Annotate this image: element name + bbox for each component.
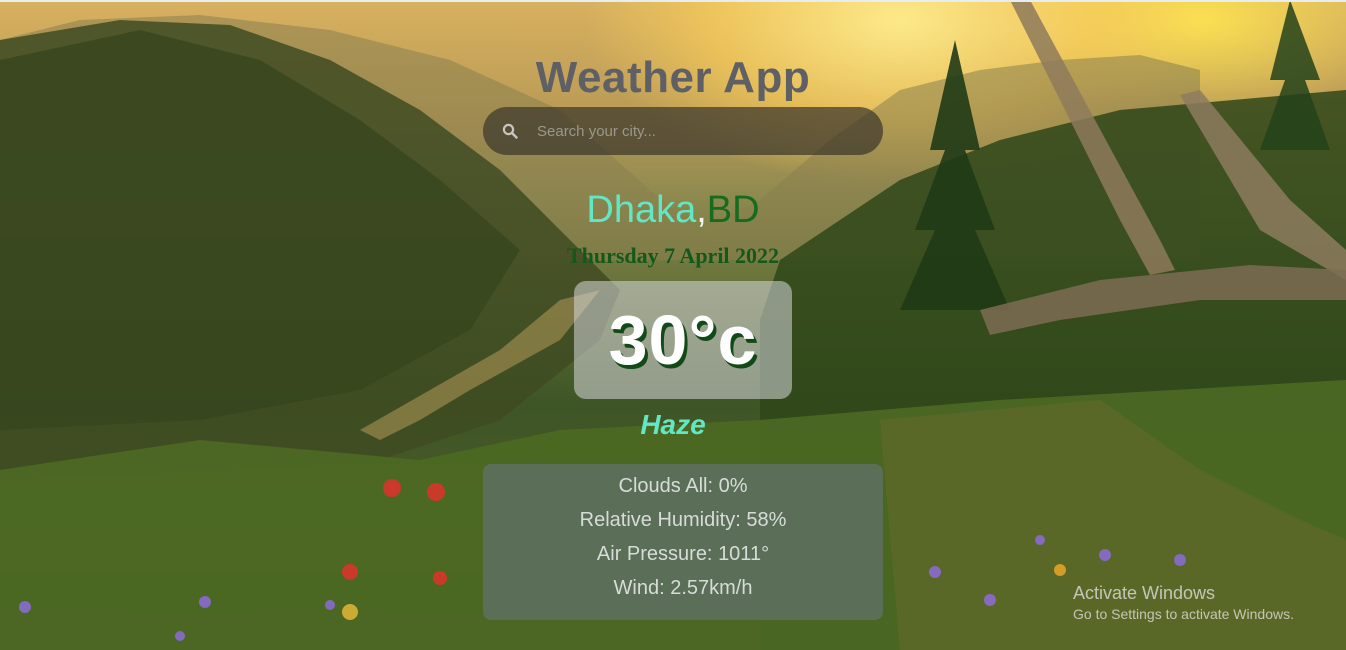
weather-condition: Haze	[640, 409, 706, 440]
detail-pressure: Air Pressure: 1011°	[483, 541, 883, 575]
window-top-border	[0, 0, 1346, 2]
detail-value: 58%	[746, 509, 787, 531]
watermark-subtitle: Go to Settings to activate Windows.	[1073, 606, 1294, 622]
weather-details-panel: Clouds All: 0% Relative Humidity: 58% Ai…	[483, 464, 883, 620]
location: Dhaka,BD	[0, 188, 1346, 232]
temperature-card: 30°c	[574, 281, 792, 399]
city-name: Dhaka	[586, 189, 697, 231]
activate-windows-watermark: Activate Windows Go to Settings to activ…	[1073, 583, 1294, 622]
country-code: BD	[706, 189, 760, 231]
current-date: Thursday 7 April 2022	[566, 243, 780, 268]
detail-value: 2.57km/h	[670, 577, 753, 599]
detail-value: 1011°	[718, 543, 770, 565]
temperature-value: 30°c	[608, 301, 758, 379]
detail-wind: Wind: 2.57km/h	[483, 575, 883, 609]
detail-label: Relative Humidity:	[579, 509, 747, 531]
detail-humidity: Relative Humidity: 58%	[483, 507, 883, 541]
location-separator: ,	[696, 189, 707, 231]
search-input[interactable]	[537, 107, 883, 155]
watermark-title: Activate Windows	[1073, 583, 1216, 603]
search-icon[interactable]	[483, 107, 537, 155]
search-bar[interactable]	[483, 107, 883, 155]
detail-label: Clouds All:	[618, 475, 719, 497]
app-title: Weather App	[535, 53, 811, 103]
detail-clouds: Clouds All: 0%	[483, 473, 883, 507]
detail-value: 0%	[718, 475, 748, 497]
detail-label: Air Pressure:	[596, 543, 719, 565]
detail-label: Wind:	[613, 577, 671, 599]
